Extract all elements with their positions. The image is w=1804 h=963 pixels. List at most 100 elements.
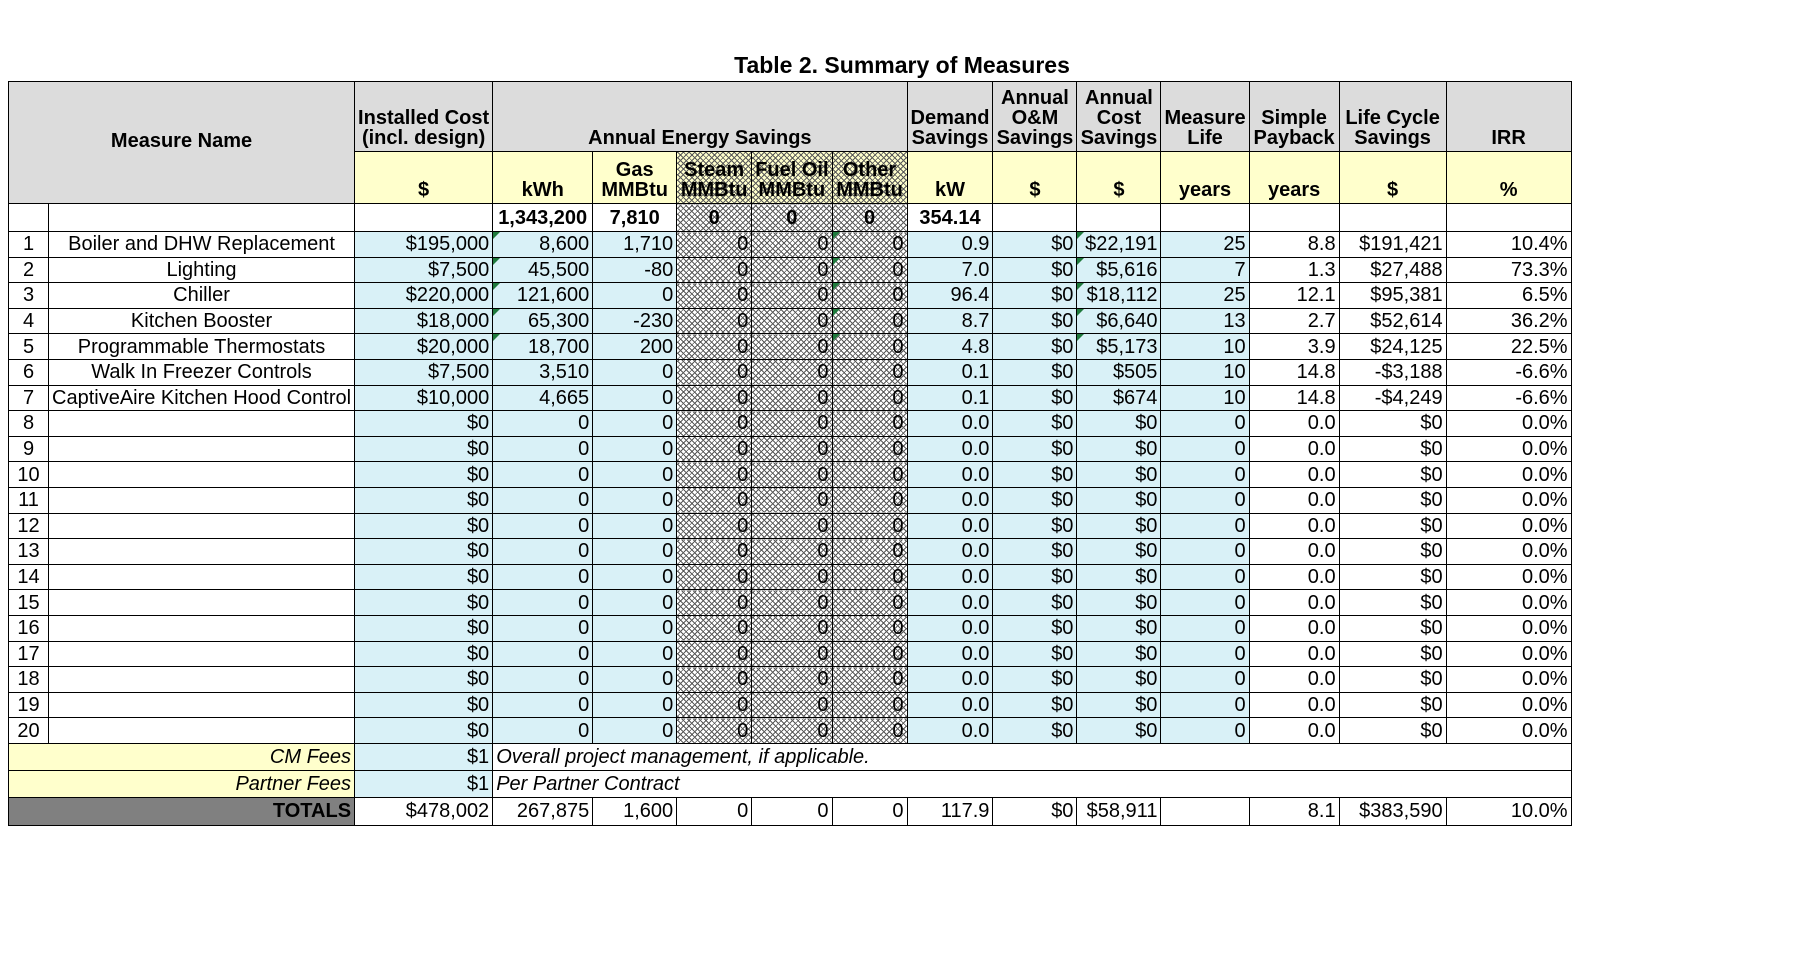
om-savings-cell[interactable]: $0 bbox=[992, 486, 1078, 514]
measure-name-cell[interactable]: CaptiveAire Kitchen Hood Control bbox=[47, 384, 356, 412]
kwh-savings-cell[interactable]: 0 bbox=[492, 435, 594, 463]
demand-savings-cell[interactable]: 0.0 bbox=[906, 486, 994, 514]
demand-savings-cell[interactable]: 0.0 bbox=[906, 666, 994, 693]
gas-savings-cell[interactable]: 0 bbox=[592, 589, 678, 616]
om-savings-cell[interactable]: $0 bbox=[992, 410, 1078, 437]
kwh-savings-cell[interactable]: 0 bbox=[492, 563, 594, 591]
measure-name-cell[interactable] bbox=[47, 640, 356, 668]
gas-savings-cell[interactable]: 0 bbox=[592, 717, 678, 744]
measure-life-cell[interactable]: 10 bbox=[1160, 384, 1250, 412]
om-savings-cell[interactable]: $0 bbox=[992, 256, 1078, 284]
measure-life-cell[interactable]: 0 bbox=[1160, 691, 1250, 719]
measure-life-cell[interactable]: 0 bbox=[1160, 461, 1250, 488]
measure-life-cell[interactable]: 0 bbox=[1160, 614, 1250, 642]
measure-life-cell[interactable]: 0 bbox=[1160, 717, 1250, 744]
demand-savings-cell[interactable]: 0.0 bbox=[906, 435, 994, 463]
demand-savings-cell[interactable]: 0.9 bbox=[906, 231, 994, 258]
measure-name-cell[interactable] bbox=[47, 563, 356, 591]
cost-savings-cell[interactable]: $505 bbox=[1076, 358, 1162, 386]
cost-savings-cell[interactable]: $0 bbox=[1076, 538, 1162, 565]
kwh-savings-cell[interactable]: 0 bbox=[492, 666, 594, 693]
demand-savings-cell[interactable]: 0.0 bbox=[906, 538, 994, 565]
kwh-savings-cell[interactable]: 0 bbox=[492, 486, 594, 514]
om-savings-cell[interactable]: $0 bbox=[992, 512, 1078, 540]
kwh-savings-cell[interactable]: 0 bbox=[492, 512, 594, 540]
installed-cost-cell[interactable]: $0 bbox=[354, 410, 494, 437]
measure-life-cell[interactable]: 13 bbox=[1160, 307, 1250, 335]
kwh-savings-cell[interactable]: 0 bbox=[492, 614, 594, 642]
measure-life-cell[interactable]: 0 bbox=[1160, 563, 1250, 591]
cost-savings-cell[interactable]: $5,616 bbox=[1076, 256, 1162, 284]
measure-life-cell[interactable]: 10 bbox=[1160, 333, 1250, 360]
installed-cost-cell[interactable]: $0 bbox=[354, 640, 494, 668]
om-savings-cell[interactable]: $0 bbox=[992, 538, 1078, 565]
installed-cost-cell[interactable]: $0 bbox=[354, 461, 494, 488]
om-savings-cell[interactable]: $0 bbox=[992, 435, 1078, 463]
cost-savings-cell[interactable]: $0 bbox=[1076, 640, 1162, 668]
gas-savings-cell[interactable]: 0 bbox=[592, 666, 678, 693]
cost-savings-cell[interactable]: $0 bbox=[1076, 614, 1162, 642]
demand-savings-cell[interactable]: 0.0 bbox=[906, 640, 994, 668]
installed-cost-cell[interactable]: $0 bbox=[354, 614, 494, 642]
gas-savings-cell[interactable]: 0 bbox=[592, 282, 678, 309]
gas-savings-cell[interactable]: 0 bbox=[592, 512, 678, 540]
measure-name-cell[interactable] bbox=[47, 614, 356, 642]
demand-savings-cell[interactable]: 0.0 bbox=[906, 410, 994, 437]
cost-savings-cell[interactable]: $0 bbox=[1076, 717, 1162, 744]
gas-savings-cell[interactable]: 0 bbox=[592, 410, 678, 437]
measure-name-cell[interactable]: Programmable Thermostats bbox=[47, 333, 356, 360]
measure-name-cell[interactable]: Walk In Freezer Controls bbox=[47, 358, 356, 386]
measure-name-cell[interactable]: Lighting bbox=[47, 256, 356, 284]
measure-name-cell[interactable] bbox=[47, 691, 356, 719]
demand-savings-cell[interactable]: 0.0 bbox=[906, 717, 994, 744]
installed-cost-cell[interactable]: $10,000 bbox=[354, 384, 494, 412]
measure-life-cell[interactable]: 0 bbox=[1160, 435, 1250, 463]
installed-cost-cell[interactable]: $7,500 bbox=[354, 358, 494, 386]
cost-savings-cell[interactable]: $0 bbox=[1076, 410, 1162, 437]
demand-savings-cell[interactable]: 0.0 bbox=[906, 589, 994, 616]
installed-cost-cell[interactable]: $0 bbox=[354, 486, 494, 514]
installed-cost-cell[interactable]: $195,000 bbox=[354, 231, 494, 258]
demand-savings-cell[interactable]: 0.0 bbox=[906, 614, 994, 642]
kwh-savings-cell[interactable]: 8,600 bbox=[492, 231, 594, 258]
cost-savings-cell[interactable]: $0 bbox=[1076, 563, 1162, 591]
demand-savings-cell[interactable]: 7.0 bbox=[906, 256, 994, 284]
om-savings-cell[interactable]: $0 bbox=[992, 282, 1078, 309]
installed-cost-cell[interactable]: $0 bbox=[354, 538, 494, 565]
gas-savings-cell[interactable]: 0 bbox=[592, 640, 678, 668]
gas-savings-cell[interactable]: 0 bbox=[592, 461, 678, 488]
measure-name-cell[interactable] bbox=[47, 461, 356, 488]
kwh-savings-cell[interactable]: 0 bbox=[492, 717, 594, 744]
measure-life-cell[interactable]: 0 bbox=[1160, 666, 1250, 693]
om-savings-cell[interactable]: $0 bbox=[992, 691, 1078, 719]
installed-cost-cell[interactable]: $220,000 bbox=[354, 282, 494, 309]
gas-savings-cell[interactable]: -230 bbox=[592, 307, 678, 335]
kwh-savings-cell[interactable]: 3,510 bbox=[492, 358, 594, 386]
demand-savings-cell[interactable]: 0.0 bbox=[906, 461, 994, 488]
gas-savings-cell[interactable]: 0 bbox=[592, 538, 678, 565]
om-savings-cell[interactable]: $0 bbox=[992, 461, 1078, 488]
gas-savings-cell[interactable]: 0 bbox=[592, 691, 678, 719]
demand-savings-cell[interactable]: 0.0 bbox=[906, 563, 994, 591]
measure-name-cell[interactable]: Kitchen Booster bbox=[47, 307, 356, 335]
demand-savings-cell[interactable]: 0.1 bbox=[906, 358, 994, 386]
kwh-savings-cell[interactable]: 65,300 bbox=[492, 307, 594, 335]
installed-cost-cell[interactable]: $0 bbox=[354, 691, 494, 719]
measure-life-cell[interactable]: 0 bbox=[1160, 538, 1250, 565]
cost-savings-cell[interactable]: $18,112 bbox=[1076, 282, 1162, 309]
demand-savings-cell[interactable]: 96.4 bbox=[906, 282, 994, 309]
cost-savings-cell[interactable]: $0 bbox=[1076, 512, 1162, 540]
measure-name-cell[interactable] bbox=[47, 717, 356, 744]
measure-life-cell[interactable]: 0 bbox=[1160, 512, 1250, 540]
gas-savings-cell[interactable]: 1,710 bbox=[592, 231, 678, 258]
gas-savings-cell[interactable]: 0 bbox=[592, 614, 678, 642]
measure-life-cell[interactable]: 0 bbox=[1160, 486, 1250, 514]
om-savings-cell[interactable]: $0 bbox=[992, 614, 1078, 642]
measure-life-cell[interactable]: 0 bbox=[1160, 640, 1250, 668]
cost-savings-cell[interactable]: $22,191 bbox=[1076, 231, 1162, 258]
measure-name-cell[interactable]: Boiler and DHW Replacement bbox=[47, 231, 356, 258]
kwh-savings-cell[interactable]: 0 bbox=[492, 691, 594, 719]
kwh-savings-cell[interactable]: 18,700 bbox=[492, 333, 594, 360]
demand-savings-cell[interactable]: 0.0 bbox=[906, 691, 994, 719]
cost-savings-cell[interactable]: $0 bbox=[1076, 666, 1162, 693]
